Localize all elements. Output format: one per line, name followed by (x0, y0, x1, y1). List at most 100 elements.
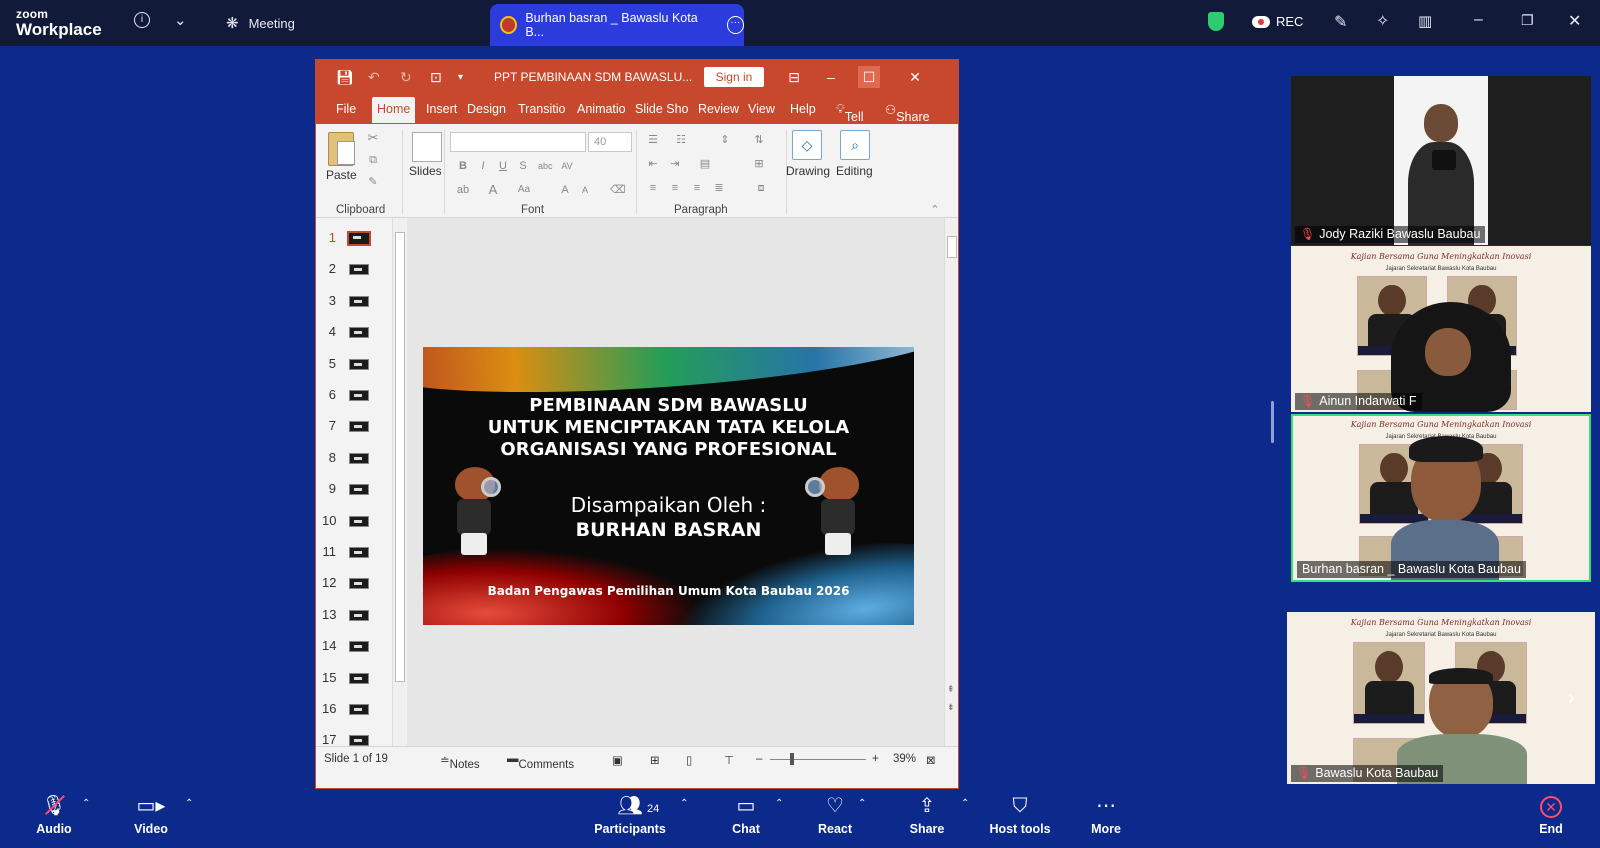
slide-thumbnail[interactable]: 8 (316, 448, 396, 468)
chevron-down-icon[interactable]: ⌄ (174, 11, 187, 29)
slide-thumbnail[interactable]: 16 (316, 699, 396, 719)
fit-slide-icon[interactable]: ⊠ (926, 753, 936, 767)
tab-review[interactable]: Review (698, 102, 739, 116)
current-slide[interactable]: PEMBINAAN SDM BAWASLU UNTUK MENCIPTAKAN … (423, 347, 914, 625)
bold-icon[interactable]: B (456, 160, 470, 172)
prev-slide-icon[interactable]: ⇞ (947, 684, 955, 695)
customize-qa-icon[interactable]: ▾ (458, 72, 463, 83)
thumbnails-scroll-thumb[interactable] (395, 232, 405, 682)
comments-button[interactable]: ▬ Comments (507, 753, 574, 771)
notes-button[interactable]: ≐ Notes (440, 753, 480, 771)
grow-font-icon[interactable]: A (558, 184, 572, 196)
meeting-button[interactable]: ❋ Meeting (226, 12, 295, 34)
restore-icon[interactable]: ❐ (1521, 12, 1534, 29)
annotate-icon[interactable]: ✎ (1334, 12, 1347, 32)
slide-thumbnail[interactable]: 10 (316, 511, 396, 531)
slideshow-view-icon[interactable]: ⊤ (724, 753, 734, 767)
align-center-icon[interactable]: ≡ (668, 182, 682, 194)
numbering-icon[interactable]: ☷ (674, 134, 688, 146)
paste-label[interactable]: Paste (326, 168, 357, 182)
slide-thumbnail[interactable]: 9 (316, 479, 396, 499)
reading-view-icon[interactable]: ▯ (686, 753, 692, 767)
participant-tile[interactable]: 🎙︎ Jody Raziki Bawaslu Baubau (1291, 76, 1591, 245)
undo-icon[interactable]: ↶ (368, 69, 380, 86)
zoom-slider-track[interactable] (770, 759, 866, 760)
slide-thumbnail[interactable]: 7 (316, 416, 396, 436)
zoom-slider-knob[interactable] (790, 753, 794, 765)
chat-caret-icon[interactable]: ⌃ (775, 798, 783, 809)
slide-canvas[interactable]: PEMBINAAN SDM BAWASLU UNTUK MENCIPTAKAN … (407, 218, 944, 746)
shadow-icon[interactable]: S (516, 160, 530, 172)
zoom-out-icon[interactable]: – (756, 753, 762, 765)
slide-thumbnail[interactable]: 15 (316, 668, 396, 688)
editing-label[interactable]: Editing (836, 164, 873, 178)
active-speaker-tile[interactable]: Kajian Bersama Guna Meningkatkan Inovasi… (1291, 414, 1591, 582)
align-text-icon[interactable]: ⊞ (752, 158, 766, 170)
ppt-close-icon[interactable]: ✕ (904, 66, 926, 88)
tab-home[interactable]: Home (372, 97, 416, 123)
zoom-level[interactable]: 39% (893, 753, 916, 765)
slides-label[interactable]: Slides (409, 164, 442, 178)
collapse-ribbon-icon[interactable]: ⌃ (928, 204, 942, 216)
slide-thumbnail[interactable]: 5 (316, 354, 396, 374)
participants-caret-icon[interactable]: ⌃ (680, 798, 688, 809)
slide-thumbnail[interactable]: 11 (316, 542, 396, 562)
font-color-icon[interactable]: A (486, 183, 500, 196)
tab-help[interactable]: Help (790, 102, 816, 116)
shrink-font-icon[interactable]: A (578, 184, 592, 196)
change-case-icon[interactable]: Aa (514, 184, 534, 196)
tab-file[interactable]: File (336, 102, 356, 116)
slide-thumbnail[interactable]: 3 (316, 291, 396, 311)
text-direction-icon[interactable]: ⇅ (752, 134, 766, 146)
host-tools-button[interactable]: ⛉ Host tools (988, 790, 1052, 836)
tab-transitions[interactable]: Transitio (518, 102, 565, 116)
canvas-scrollbar[interactable]: ⇞ ⇟ (944, 218, 958, 746)
align-right-icon[interactable]: ≡ (690, 182, 704, 194)
share-screen-button[interactable]: ⇪ Share (904, 790, 950, 836)
justify-icon[interactable]: ≣ (712, 182, 726, 194)
sign-in-button[interactable]: Sign in (704, 67, 764, 87)
video-button[interactable]: ▭▸ Video (127, 790, 175, 836)
share-caret-icon[interactable]: ⌃ (961, 798, 969, 809)
tab-slide-show[interactable]: Slide Sho (635, 102, 689, 116)
editing-icon[interactable]: ⌕ (840, 130, 870, 160)
font-family-select[interactable] (450, 132, 586, 152)
react-button[interactable]: ♡ React (812, 790, 858, 836)
slide-sorter-icon[interactable]: ⊞ (650, 753, 660, 767)
close-icon[interactable]: ✕ (1568, 11, 1581, 31)
font-size-select[interactable]: 40 (588, 132, 632, 152)
line-spacing-icon[interactable]: ⇕ (718, 134, 732, 146)
decrease-indent-icon[interactable]: ⇤ (646, 158, 660, 170)
redo-icon[interactable]: ↻ (400, 69, 412, 86)
slide-thumbnail[interactable]: 14 (316, 636, 396, 656)
more-dots-icon[interactable]: ··· (726, 16, 744, 34)
slide-thumbnail[interactable]: 2 (316, 259, 396, 279)
tab-design[interactable]: Design (467, 102, 506, 116)
cloud-recording-indicator[interactable]: REC (1252, 14, 1303, 29)
next-slide-icon[interactable]: ⇟ (947, 702, 955, 713)
drawing-icon[interactable]: ◇ (792, 130, 822, 160)
audio-button[interactable]: 🎙︎ Audio (30, 790, 78, 836)
ppt-maximize-icon[interactable]: ☐ (858, 66, 880, 88)
align-left-icon[interactable]: ≡ (646, 182, 660, 194)
slide-thumbnail[interactable]: 1 (316, 228, 396, 248)
highlight-icon[interactable]: ab (456, 184, 470, 196)
cut-icon[interactable]: ✂ (366, 131, 380, 144)
share-button[interactable]: ⚇ Share (885, 102, 930, 124)
chat-button[interactable]: ▭ Chat (726, 790, 766, 836)
slide-thumbnail[interactable]: 13 (316, 605, 396, 625)
present-icon[interactable]: ⊡ (430, 69, 442, 86)
copy-icon[interactable]: ⧉ (366, 154, 380, 166)
columns-icon[interactable]: ▤ (698, 158, 712, 170)
tell-me-search[interactable]: 💡︎ Tell me (836, 102, 864, 138)
ppt-minimize-icon[interactable]: – (820, 66, 842, 88)
shared-screen-tab[interactable]: Burhan basran _ Bawaslu Kota B... ··· (490, 4, 744, 46)
gallery-next-arrow-icon[interactable]: › (1568, 687, 1575, 710)
end-meeting-button[interactable]: ✕ End (1536, 790, 1566, 836)
tab-insert[interactable]: Insert (426, 102, 457, 116)
slide-thumbnail[interactable]: 6 (316, 385, 396, 405)
more-button[interactable]: ⋯ More (1085, 790, 1127, 836)
view-layout-icon[interactable]: ▥ (1418, 12, 1432, 30)
slide-thumbnail[interactable]: 12 (316, 573, 396, 593)
drawing-label[interactable]: Drawing (786, 164, 830, 178)
